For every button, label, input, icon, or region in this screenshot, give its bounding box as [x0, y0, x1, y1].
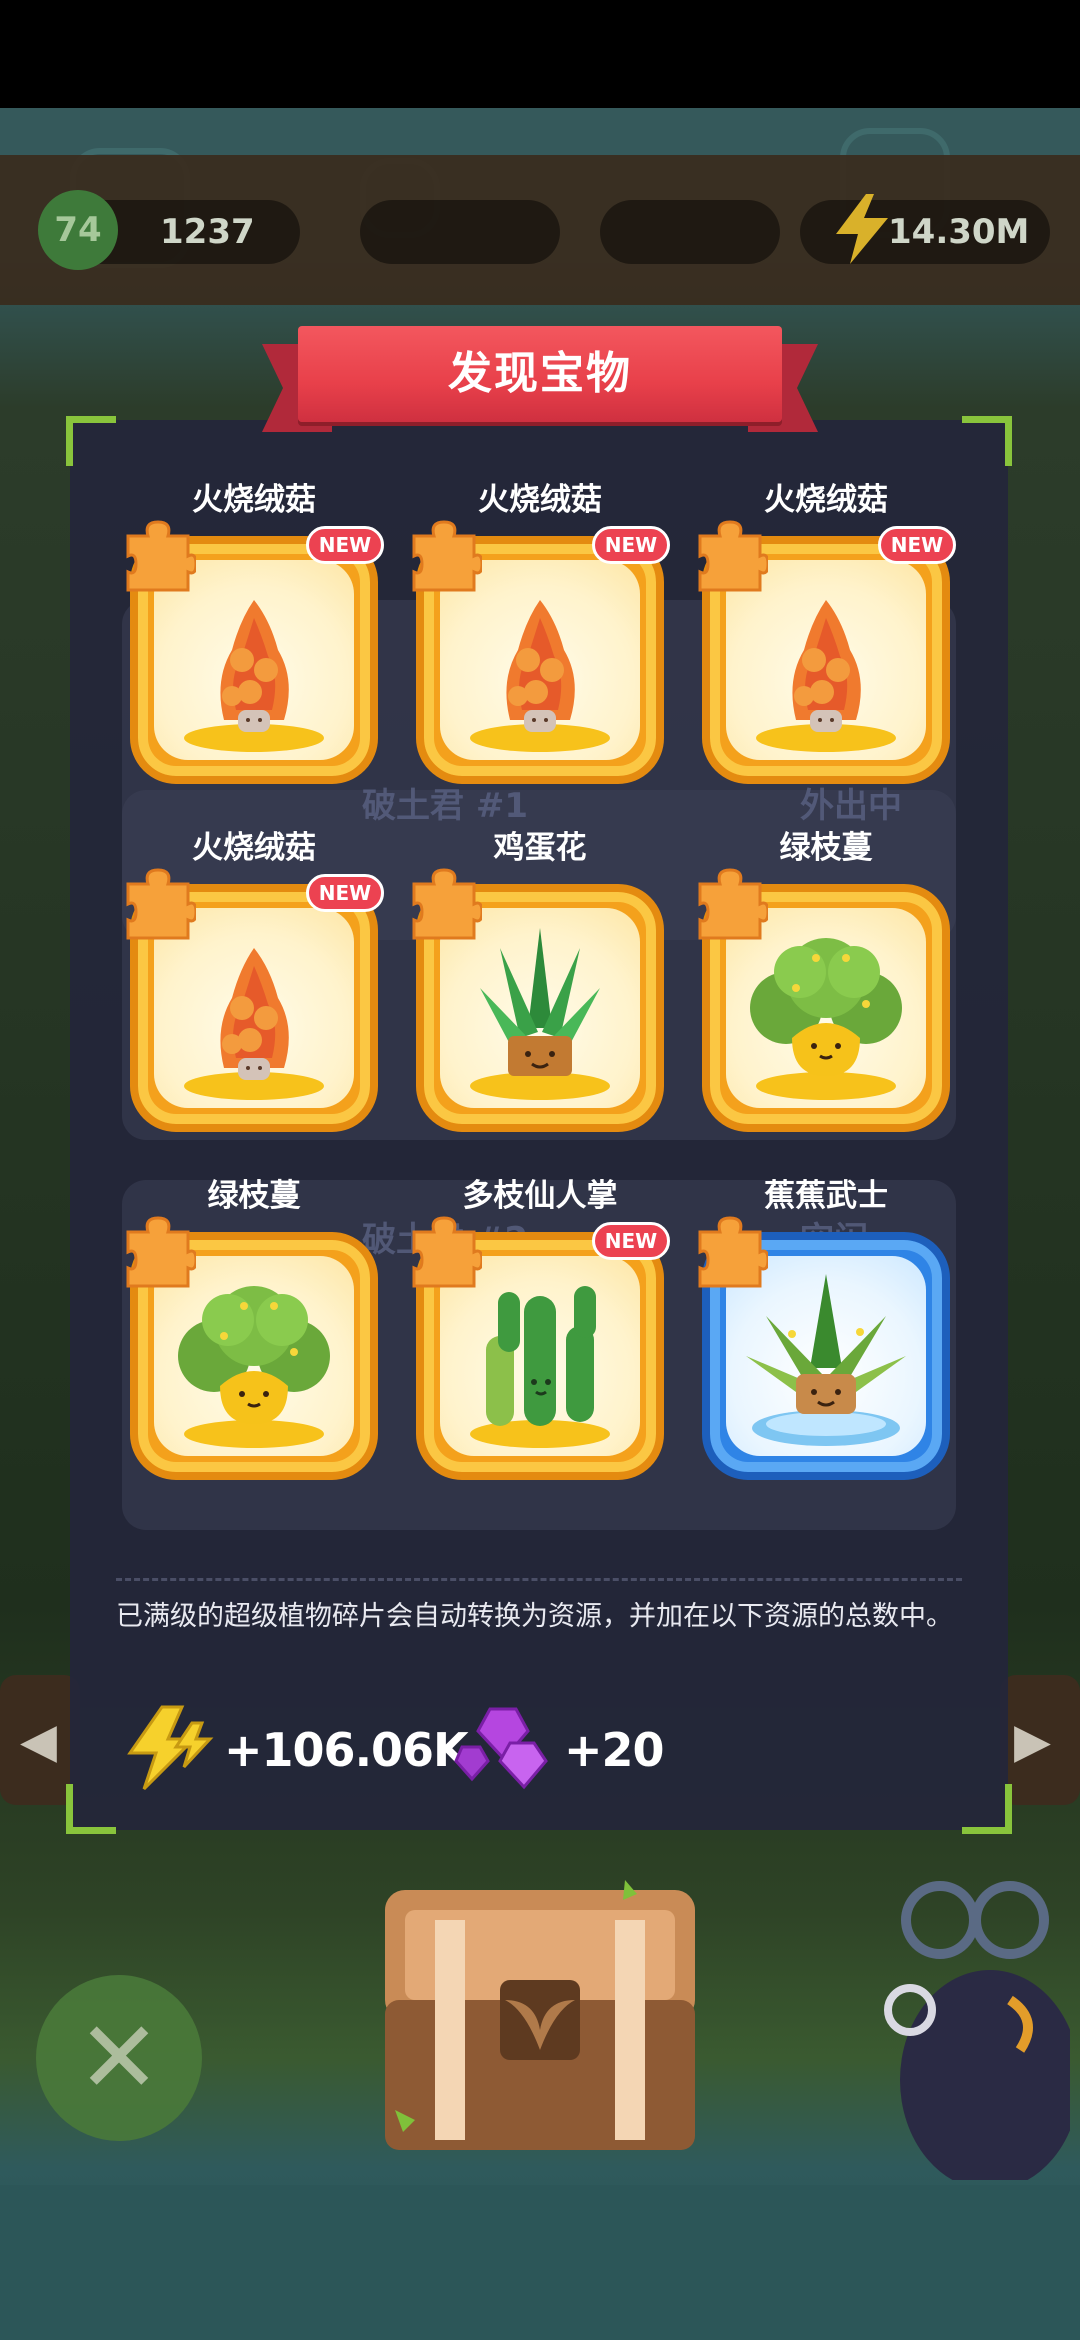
puzzle-piece-icon — [408, 1216, 484, 1290]
puzzle-piece-icon — [122, 1216, 198, 1290]
plant-name: 火烧绒菇 — [764, 482, 888, 518]
plant-name: 多枝仙人掌 — [462, 1178, 618, 1214]
puzzle-piece-icon — [122, 520, 198, 594]
plant-card[interactable]: 多枝仙人掌 NEW — [412, 1176, 670, 1506]
puzzle-piece-icon — [694, 868, 770, 942]
new-badge: NEW — [878, 526, 956, 564]
plant-card[interactable]: 绿枝蔓 — [698, 828, 950, 1158]
reward-gems: +20 — [454, 1703, 665, 1797]
divider — [116, 1578, 962, 1581]
level-value: 74 — [54, 210, 102, 250]
frame-corner — [962, 416, 1012, 466]
plant-name: 蕉蕉武士 — [764, 1178, 888, 1214]
plant-card[interactable]: 火烧绒菇 NEW — [126, 828, 384, 1158]
level-badge-icon: 74 — [38, 190, 118, 270]
coins-value: 1237 — [160, 212, 255, 252]
plant-name: 火烧绒菇 — [192, 830, 316, 866]
monster-character — [870, 1880, 1080, 2190]
plant-card[interactable]: 火烧绒菇 NEW — [126, 480, 384, 810]
next-arrow-button[interactable]: ▶ — [1000, 1675, 1080, 1805]
puzzle-piece-icon — [122, 868, 198, 942]
reward-gems-value: +20 — [564, 1723, 665, 1777]
purple-gem-icon — [454, 1703, 558, 1797]
status-bar — [0, 0, 1080, 108]
rubies-counter[interactable] — [600, 200, 780, 264]
frame-corner — [66, 1784, 116, 1834]
puzzle-piece-icon — [408, 520, 484, 594]
title-ribbon: 发现宝物 — [262, 326, 818, 432]
puzzle-piece-icon — [408, 868, 484, 942]
plant-card[interactable]: 蕉蕉武士 — [698, 1176, 950, 1506]
gems-counter[interactable] — [360, 200, 560, 264]
plant-card[interactable]: 火烧绒菇 NEW — [412, 480, 670, 810]
puzzle-piece-icon — [694, 1216, 770, 1290]
lightning-energy-icon — [122, 1703, 218, 1797]
plant-card[interactable]: 鸡蛋花 — [412, 828, 664, 1158]
new-badge: NEW — [306, 874, 384, 912]
dialog-title: 发现宝物 — [448, 348, 632, 399]
plant-name: 火烧绒菇 — [478, 482, 602, 518]
treasure-chest[interactable] — [375, 1860, 705, 2160]
info-text: 已满级的超级植物碎片会自动转换为资源，并加在以下资源的总数中。 — [116, 1601, 953, 1632]
energy-lightning-icon — [822, 188, 902, 268]
bottom-decor-band — [0, 2185, 1080, 2340]
reward-energy: +106.06K — [122, 1703, 469, 1797]
plant-card[interactable]: 绿枝蔓 — [126, 1176, 378, 1506]
puzzle-piece-icon — [694, 520, 770, 594]
plant-name: 绿枝蔓 — [779, 830, 873, 866]
frame-corner — [66, 416, 116, 466]
plant-name: 火烧绒菇 — [192, 482, 316, 518]
energy-value: 14.30M — [888, 212, 1030, 252]
plant-name: 绿枝蔓 — [207, 1178, 301, 1214]
frame-corner — [962, 1784, 1012, 1834]
new-badge: NEW — [306, 526, 384, 564]
close-icon: ✕ — [77, 1999, 161, 2116]
plant-name: 鸡蛋花 — [493, 830, 587, 866]
close-button[interactable]: ✕ — [36, 1975, 202, 2141]
new-badge: NEW — [592, 1222, 670, 1260]
plant-card[interactable]: 火烧绒菇 NEW — [698, 480, 956, 810]
new-badge: NEW — [592, 526, 670, 564]
reward-energy-value: +106.06K — [224, 1723, 469, 1777]
